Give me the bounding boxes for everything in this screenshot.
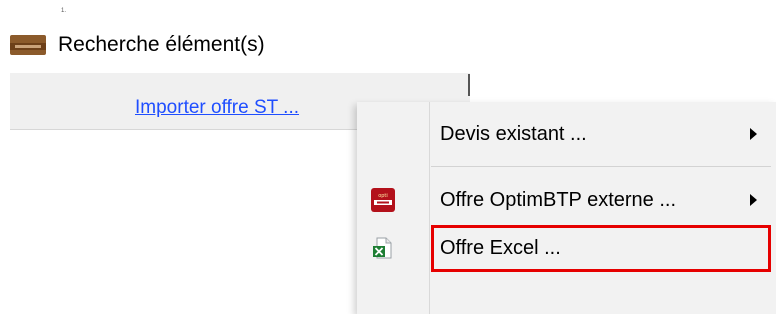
submenu-arrow-icon [750,194,757,206]
import-offer-link[interactable]: Importer offre ST ... [135,97,299,119]
excel-file-icon [373,237,392,259]
optimbtp-app-icon [10,35,46,55]
panel-divider [468,74,470,96]
menu-separator [431,166,771,167]
search-elements-row[interactable]: Recherche élément(s) [10,33,265,57]
menu-item-label: Offre OptimBTP externe ... [440,188,677,211]
svg-text:opti: opti [378,193,388,199]
menu-item-label: Devis existant ... [440,122,587,145]
search-elements-label: Recherche élément(s) [58,33,265,56]
optimbtp-icon: opti [371,188,395,212]
page-marker: 1. [61,8,67,14]
menu-item-existing-quote[interactable]: Devis existant ... [357,112,776,156]
menu-item-external-optimbtp-offer[interactable]: opti Offre OptimBTP externe ... [357,178,776,222]
submenu-arrow-icon [750,128,757,140]
menu-item-label: Offre Excel ... [440,236,561,259]
context-menu: Devis existant ... opti Offre OptimBTP e… [357,102,776,314]
menu-item-excel-offer[interactable]: Offre Excel ... [357,226,776,270]
